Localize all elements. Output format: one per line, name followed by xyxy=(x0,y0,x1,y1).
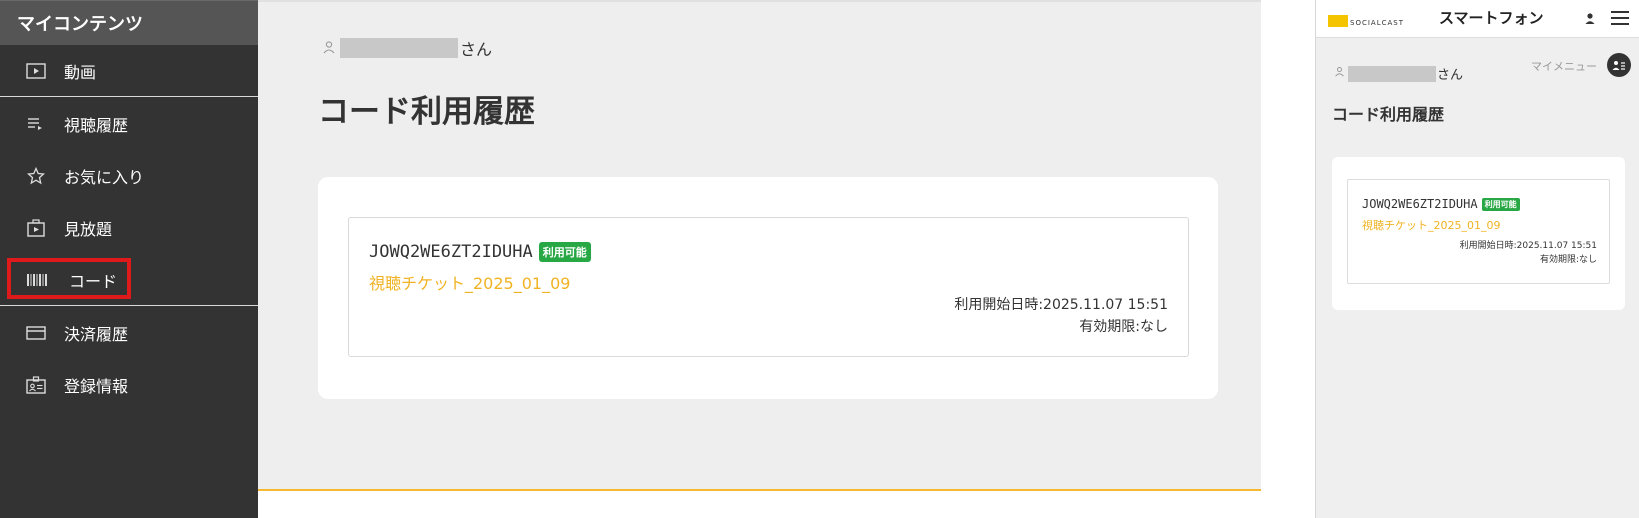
sidebar-item-payment-history[interactable]: 決済履歴 xyxy=(0,308,258,358)
logo: SOCIALCAST xyxy=(1328,15,1404,27)
code-card: JOWQ2WE6ZT2IDUHA 利用可能 視聴チケット_2025_01_09 … xyxy=(348,217,1189,357)
divider xyxy=(0,96,258,97)
phone-page-title: コード利用履歴 xyxy=(1332,105,1445,124)
sidebar-item-label: 登録情報 xyxy=(64,377,129,396)
play-icon xyxy=(25,62,47,80)
status-badge: 利用可能 xyxy=(1481,197,1520,211)
code-value: JOWQ2WE6ZT2IDUHA xyxy=(369,242,533,262)
sidebar-item-favorites[interactable]: お気に入り xyxy=(0,151,258,201)
phone-user-greeting: さん xyxy=(1334,64,1463,83)
user-suffix: さん xyxy=(460,40,493,59)
user-icon xyxy=(1334,66,1345,81)
page-title: コード利用履歴 xyxy=(318,94,535,130)
phone-title: スマートフォン xyxy=(1439,9,1544,27)
sidebar-item-history[interactable]: 視聴履歴 xyxy=(0,99,258,149)
ticket-link[interactable]: 視聴チケット_2025_01_09 xyxy=(369,270,570,294)
highlight-box xyxy=(7,258,131,299)
sidebar-item-label: 視聴履歴 xyxy=(64,116,129,135)
expiry: 有効期限:なし xyxy=(1079,319,1168,335)
sidebar-item-label: 見放題 xyxy=(64,220,113,239)
hamburger-menu-icon[interactable] xyxy=(1611,11,1629,25)
sidebar-title: マイコンテンツ xyxy=(0,0,258,45)
phone-code-card: JOWQ2WE6ZT2IDUHA 利用可能 視聴チケット_2025_01_09 … xyxy=(1347,179,1610,284)
user-icon xyxy=(322,39,336,58)
history-list-icon xyxy=(25,115,47,133)
sidebar-item-unlimited[interactable]: 見放題 xyxy=(0,203,258,253)
code-row: JOWQ2WE6ZT2IDUHA 利用可能 xyxy=(1362,197,1520,211)
status-badge: 利用可能 xyxy=(538,242,591,262)
divider xyxy=(0,305,258,306)
credit-card-icon xyxy=(25,324,47,342)
my-menu-label: マイメニュー xyxy=(1531,60,1597,73)
start-datetime: 利用開始日時:2025.11.07 15:51 xyxy=(1459,241,1597,251)
id-card-icon xyxy=(25,376,47,394)
unlimited-play-icon xyxy=(25,219,47,237)
logo-text: SOCIALCAST xyxy=(1350,19,1404,27)
expiry: 有効期限:なし xyxy=(1539,255,1597,265)
star-icon xyxy=(25,167,47,185)
code-value: JOWQ2WE6ZT2IDUHA xyxy=(1362,197,1478,211)
start-datetime: 利用開始日時:2025.11.07 15:51 xyxy=(954,297,1168,313)
sidebar: マイコンテンツ 動画 視聴履歴 お気に入り 見放題 コード 決済履歴 登録情報 xyxy=(0,0,258,518)
ticket-link[interactable]: 視聴チケット_2025_01_09 xyxy=(1362,217,1501,233)
sidebar-item-label: 動画 xyxy=(64,63,97,82)
sidebar-item-registration[interactable]: 登録情報 xyxy=(0,360,258,410)
sidebar-item-label: お気に入り xyxy=(64,168,145,187)
sidebar-item-label: 決済履歴 xyxy=(64,325,129,344)
user-greeting: さん xyxy=(322,36,492,60)
my-menu-button[interactable] xyxy=(1607,53,1631,77)
footer-accent-line xyxy=(258,489,1261,491)
user-suffix: さん xyxy=(1437,68,1464,83)
phone-header: SOCIALCAST スマートフォン xyxy=(1316,0,1639,38)
sidebar-item-video[interactable]: 動画 xyxy=(0,46,258,96)
user-name-redacted xyxy=(340,38,458,58)
account-icon[interactable] xyxy=(1584,11,1596,30)
account-list-icon xyxy=(1612,56,1626,75)
logo-mark xyxy=(1328,15,1348,27)
user-name-redacted xyxy=(1348,65,1436,82)
code-row: JOWQ2WE6ZT2IDUHA 利用可能 xyxy=(369,242,591,262)
smartphone-preview: SOCIALCAST スマートフォン マイメニュー さん コード利用履歴 JOW… xyxy=(1315,0,1639,518)
